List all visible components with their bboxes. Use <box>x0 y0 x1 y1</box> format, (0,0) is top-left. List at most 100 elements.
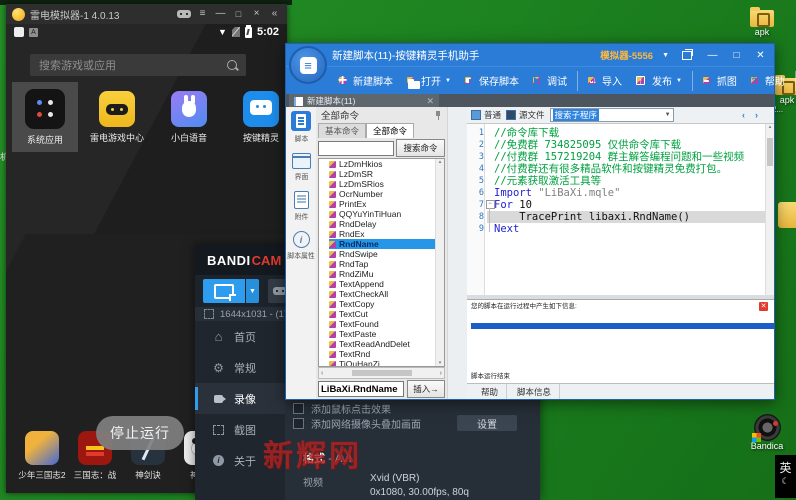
tree-item[interactable]: LzDmSRios <box>329 179 444 189</box>
sidebar-item[interactable]: 附件 <box>294 191 309 222</box>
search-input[interactable]: 搜索游戏或应用 <box>30 54 246 76</box>
view-normal-button[interactable]: 普通 <box>471 109 501 121</box>
code-line[interactable]: 7For 10 <box>467 199 774 211</box>
tree-item[interactable]: LzDmSR <box>329 169 444 179</box>
close-icon[interactable]: × <box>250 4 263 24</box>
collapse-sidebar-icon[interactable]: « <box>268 4 281 24</box>
code-line[interactable]: 4//付费群还有很多精品软件和按键精灵免费打包。 <box>467 163 774 175</box>
menu-icon[interactable]: ≡ <box>196 4 209 24</box>
tree-item[interactable]: TextReadAndDelet <box>329 339 444 349</box>
code-line[interactable]: 3//付费群 157219204 群主解答编程问题和一些视频 <box>467 151 774 163</box>
tree-item[interactable]: PrintEx <box>329 199 444 209</box>
close-icon[interactable]: ✕ <box>753 50 768 61</box>
toolbar-button[interactable]: 新建脚本 <box>332 71 400 91</box>
tree-item[interactable]: TextCut <box>329 309 444 319</box>
tab-basic-commands[interactable]: 基本命令 <box>318 123 366 138</box>
tree-item[interactable]: TiQuHanZi <box>329 359 444 367</box>
tree-item[interactable]: RndEx <box>329 229 444 239</box>
app-icon-tile[interactable]: 雷电游戏中心 <box>84 82 150 152</box>
command-search-input[interactable] <box>318 141 394 156</box>
settings-button[interactable]: 设置 <box>457 415 517 431</box>
toolbar-button[interactable]: 导入 <box>577 71 629 91</box>
code-area[interactable]: 1//命令库下载2//免费群 734825095 仅供命令库下载3//付费群 1… <box>467 124 774 295</box>
code-line[interactable]: 8 TracePrint libaxi.RndName() <box>467 211 774 223</box>
toolbar-button[interactable]: 保存脚本 <box>458 71 526 91</box>
tree-item[interactable]: TextFound <box>329 319 444 329</box>
device-selector[interactable]: 模拟器-5556 <box>600 48 653 62</box>
tab-help[interactable]: 帮助 <box>473 384 507 399</box>
code-line[interactable]: 1//命令库下载 <box>467 127 774 139</box>
fold-toggle-icon[interactable]: − <box>486 200 495 209</box>
sidebar-item[interactable]: 界面 <box>292 153 311 182</box>
ime-indicator[interactable]: 英 ☾ <box>775 455 796 498</box>
desktop-icon-apk[interactable]: apk <box>740 10 784 37</box>
toolbar-button[interactable]: 帮助 <box>744 71 792 91</box>
desktop-icon-partial[interactable] <box>778 202 796 228</box>
tree-item[interactable]: OcrNumber <box>329 189 444 199</box>
scroll-thumb[interactable] <box>767 138 773 166</box>
code-line[interactable]: 9Next <box>467 223 774 235</box>
dock-app-tile[interactable]: 少年三国志2 <box>20 431 64 481</box>
minimize-icon[interactable]: — <box>705 50 720 61</box>
pin-icon[interactable] <box>434 111 442 120</box>
tree-horizontal-scrollbar[interactable]: ‹ › <box>318 367 445 379</box>
tab-close-icon[interactable]: ✕ <box>426 96 434 107</box>
desktop-icon-bandicam[interactable]: Bandica <box>744 414 790 451</box>
app-icon-tile[interactable]: 小白语音 <box>156 82 222 152</box>
tree-item[interactable]: RndDelay <box>329 219 444 229</box>
capture-mode-button[interactable] <box>203 279 245 303</box>
tree-item[interactable]: RndSwipe <box>329 249 444 259</box>
tree-item[interactable]: TextCheckAll <box>329 289 444 299</box>
option-mouse-effect[interactable]: 添加鼠标点击效果 <box>293 401 391 416</box>
tree-item[interactable]: QQYuYinTiHuan <box>329 209 444 219</box>
tab-all-commands[interactable]: 全部命令 <box>366 123 414 138</box>
scroll-right-icon[interactable]: › <box>440 370 442 377</box>
toolbar-button[interactable]: 发布 ▼ <box>629 71 689 91</box>
nav-back-icon[interactable]: ‹ <box>742 110 745 120</box>
tree-item[interactable]: TextPaste <box>329 329 444 339</box>
checkbox-icon[interactable] <box>293 403 304 414</box>
app-logo-icon[interactable] <box>289 46 327 84</box>
insert-button[interactable]: 插入→ <box>407 380 445 398</box>
tree-item[interactable]: RndName <box>329 239 444 249</box>
toolbar-button[interactable]: 抓图 <box>692 71 744 91</box>
toolbar-button[interactable]: 调试 <box>526 71 574 91</box>
toolbar-button[interactable]: 打开 ▼ <box>400 71 458 91</box>
command-search-button[interactable]: 搜索命令 <box>396 139 445 157</box>
maximize-icon[interactable]: □ <box>232 4 245 24</box>
code-line[interactable]: 6Import "LiBaXi.mqle" <box>467 187 774 199</box>
tree-item[interactable]: LzDmHkios <box>329 159 444 169</box>
bandicam-menu-item[interactable]: 首页 <box>195 321 285 352</box>
app-icon-tile[interactable]: 系统应用 <box>12 82 78 152</box>
emulator-titlebar[interactable]: 雷电模拟器-1 4.0.13 ≡ — □ × « <box>6 4 287 24</box>
code-scrollbar[interactable]: ▴ <box>765 124 774 295</box>
stop-script-button[interactable]: 停止运行 <box>96 416 184 450</box>
app-icon-tile[interactable]: 按键精灵 <box>228 82 287 152</box>
nav-forward-icon[interactable]: › <box>755 110 758 120</box>
view-source-button[interactable]: 源文件 <box>506 109 545 121</box>
bandicam-menu-item[interactable]: 常规 <box>195 352 285 383</box>
restore-icon[interactable] <box>682 51 692 60</box>
sidebar-item[interactable]: 脚本属性 <box>286 231 316 261</box>
scroll-left-icon[interactable]: ‹ <box>321 370 323 377</box>
code-line[interactable]: 2//免费群 734825095 仅供命令库下载 <box>467 139 774 151</box>
bandicam-menu-item[interactable]: 录像 <box>195 383 285 414</box>
tree-item[interactable]: RndZiMu <box>329 269 444 279</box>
insert-command-input[interactable] <box>318 381 404 397</box>
checkbox-icon[interactable] <box>293 418 304 429</box>
tree-item[interactable]: TextAppend <box>329 279 444 289</box>
subroutine-combo[interactable]: 搜索子程序 ▼ <box>550 108 674 122</box>
scroll-thumb[interactable] <box>352 370 412 376</box>
tree-item[interactable]: TextCopy <box>329 299 444 309</box>
gamepad-icon[interactable] <box>177 10 191 18</box>
tree-item[interactable]: RndTap <box>329 259 444 269</box>
sidebar-item[interactable]: 脚本 <box>291 111 311 144</box>
tree-scrollbar[interactable]: ▴▾ <box>435 159 444 366</box>
minimize-icon[interactable]: — <box>214 4 227 24</box>
code-line[interactable]: 5//元素获取激活工具等 <box>467 175 774 187</box>
script-titlebar[interactable]: 新建脚本(11)-按键精灵手机助手 模拟器-5556 ▼ — □ ✕ <box>286 44 774 66</box>
tab-new-script[interactable]: 新建脚本(11) ✕ <box>289 94 439 108</box>
capture-mode-dropdown[interactable]: ▼ <box>246 279 259 303</box>
chevron-down-icon[interactable]: ▼ <box>662 52 669 59</box>
close-output-icon[interactable]: ✕ <box>759 302 768 311</box>
